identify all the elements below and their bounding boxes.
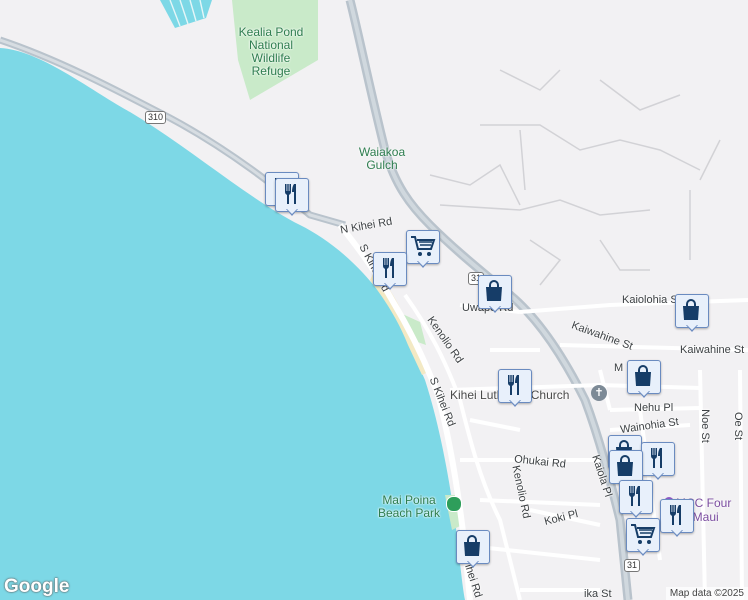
poi-marker-restaurant[interactable]	[660, 499, 694, 539]
poi-marker-restaurant[interactable]	[373, 252, 407, 292]
park-pin-icon[interactable]	[446, 496, 462, 512]
poi-marker-restaurant[interactable]	[619, 480, 653, 520]
church-icon[interactable]: ✝	[591, 385, 607, 401]
road-label-oe: Oe St	[732, 411, 745, 441]
poi-marker-shopping-bag[interactable]	[456, 530, 490, 570]
poi-marker-grocery-cart[interactable]	[406, 230, 440, 270]
poi-marker-grocery-cart[interactable]	[626, 518, 660, 558]
road-label-kaiwahine-e: Kaiwahine St	[680, 344, 745, 356]
map-attribution[interactable]: Map data ©2025	[665, 587, 748, 600]
google-logo[interactable]: Google	[4, 576, 69, 598]
road-label-nehu: Nehu Pl	[634, 402, 674, 414]
park-label-maipoina: Mai Poina Beach Park	[377, 493, 441, 520]
poi-marker-restaurant[interactable]	[275, 178, 309, 218]
route-shield-310: 310	[145, 111, 167, 124]
gulch-label: Waiakoa Gulch	[358, 145, 406, 172]
terrain-lines	[429, 69, 721, 286]
road-label-kaiolohia: Kaiolohia St	[622, 294, 681, 306]
poi-marker-shopping-bag[interactable]	[675, 294, 709, 334]
route-shield-31-south: 31	[624, 559, 641, 572]
map-canvas[interactable]: Kealia Pond National Wildlife Refuge Waiako…	[0, 0, 748, 600]
poi-marker-restaurant[interactable]	[641, 442, 675, 482]
road-label-mi: M	[614, 362, 624, 374]
road-label-lika: ika St	[584, 588, 612, 600]
road-label-noe: Noe St	[698, 409, 711, 443]
ponds	[160, 0, 212, 28]
park-label-kealia: Kealia Pond National Wildlife Refuge	[238, 25, 304, 78]
poi-marker-shopping-bag[interactable]	[627, 360, 661, 400]
poi-marker-restaurant[interactable]	[498, 369, 532, 409]
poi-marker-shopping-bag[interactable]	[478, 275, 512, 315]
